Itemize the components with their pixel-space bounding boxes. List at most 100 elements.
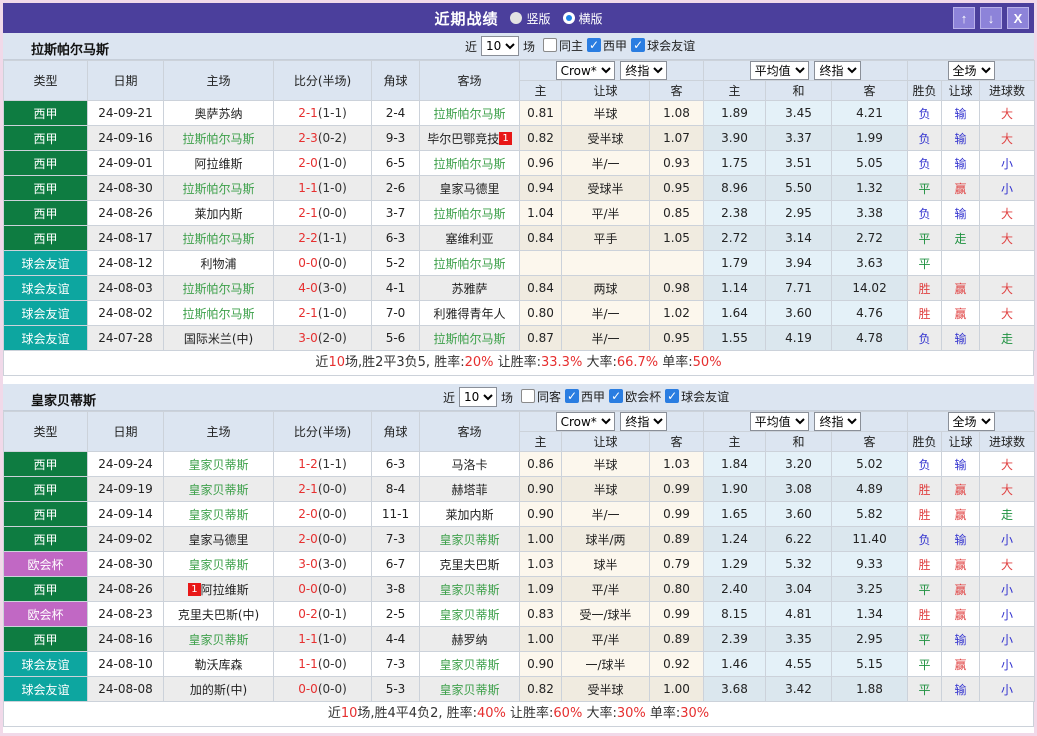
corner-score: 3-7 [372,201,420,226]
col-avg-away: 客 [832,432,908,452]
result-outcome: 平 [908,251,942,276]
filter-checkbox[interactable]: 同主 [543,37,583,54]
odds-handicap: 平/半 [562,627,650,652]
filter-checkbox[interactable]: 同客 [521,388,561,405]
radio-unselected-icon[interactable] [510,12,522,24]
match-score: 2-1(1-1) [274,101,372,126]
corner-score: 6-5 [372,151,420,176]
match-row: 西甲24-08-16皇家贝蒂斯1-1(1-0)4-4赫罗纳1.00平/半0.89… [4,627,1035,652]
result-goals: 小 [980,627,1035,652]
avg-draw: 3.08 [766,477,832,502]
odds-away: 0.98 [650,276,704,301]
summary-text: 50% [693,355,722,370]
fulltime-score: 0-2 [298,607,318,621]
close-button[interactable]: X [1007,7,1029,29]
col-result-handicap: 让球 [942,432,980,452]
final-odds-select-2[interactable]: 终指 [814,61,861,80]
bookmaker-select[interactable]: Crow* [556,61,615,80]
result-outcome: 平 [908,627,942,652]
away-team: 皇家贝蒂斯 [420,677,520,702]
match-date: 24-08-17 [88,226,164,251]
team-label: 拉斯帕尔马斯 [433,257,505,271]
halftime-score: (0-2) [318,131,347,145]
full-match-select[interactable]: 全场 [948,61,995,80]
horizontal-layout-radio[interactable]: 横版 [563,10,603,27]
result-handicap [942,251,980,276]
filter-checkbox[interactable]: 欧会杯 [609,388,661,405]
odds-away: 0.95 [650,176,704,201]
team-label: 毕尔巴鄂竞技 [427,132,499,146]
move-up-button[interactable]: ↑ [953,7,975,29]
odds-home: 0.84 [520,226,562,251]
fulltime-score: 2-1 [298,106,318,120]
checkbox-label: 球会友谊 [681,388,729,405]
fulltime-score: 2-0 [298,507,318,521]
vertical-layout-radio[interactable]: 竖版 [510,10,550,27]
games-count-select[interactable]: 10 [459,387,497,407]
halftime-score: (1-0) [318,306,347,320]
bookmaker-select[interactable]: Crow* [556,412,615,431]
team-label: 莱加内斯 [445,508,493,522]
home-team: 皇家贝蒂斯 [164,552,274,577]
final-odds-select-2[interactable]: 终指 [814,412,861,431]
col-odds-handicap: 让球 [562,432,650,452]
avg-home: 2.39 [704,627,766,652]
filter-checkbox[interactable]: 西甲 [587,37,627,54]
fulltime-score: 0-0 [298,682,318,696]
final-odds-select[interactable]: 终指 [620,412,667,431]
team-label: 马洛卡 [451,458,487,472]
avg-draw: 6.22 [766,527,832,552]
away-team: 塞维利亚 [420,226,520,251]
avg-away: 11.40 [832,527,908,552]
home-team: 克里夫巴斯(中) [164,602,274,627]
result-outcome: 平 [908,176,942,201]
filter-checkbox[interactable]: 西甲 [565,388,605,405]
summary-text: 近 [328,706,341,721]
corner-score: 6-3 [372,452,420,477]
match-score: 2-0(0-0) [274,502,372,527]
team-name: 拉斯帕尔马斯 [31,39,109,58]
filter-checkbox[interactable]: 球会友谊 [631,37,695,54]
checkbox-checked-icon [565,389,579,403]
radio-selected-icon[interactable] [563,12,575,24]
average-select[interactable]: 平均值 [750,412,809,431]
move-down-button[interactable]: ↓ [980,7,1002,29]
result-outcome: 胜 [908,301,942,326]
red-card-badge: 1 [188,583,200,596]
full-match-select[interactable]: 全场 [948,412,995,431]
match-score: 1-1(1-0) [274,176,372,201]
col-score: 比分(半场) [274,412,372,452]
avg-draw: 3.42 [766,677,832,702]
result-goals: 小 [980,176,1035,201]
avg-away: 4.76 [832,301,908,326]
filter-checkbox[interactable]: 球会友谊 [665,388,729,405]
match-row: 球会友谊24-08-02拉斯帕尔马斯2-1(1-0)7-0利雅得青年人0.80半… [4,301,1035,326]
team-label: 奥萨苏纳 [194,107,242,121]
near-label: 近 [465,38,477,55]
avg-away: 9.33 [832,552,908,577]
corner-score: 2-6 [372,176,420,201]
halftime-score: (1-0) [318,181,347,195]
average-select[interactable]: 平均值 [750,61,809,80]
odds-handicap: 受半球 [562,677,650,702]
col-odds-home: 主 [520,81,562,101]
fulltime-score: 2-1 [298,482,318,496]
team-label: 拉斯帕尔马斯 [182,232,254,246]
away-team: 马洛卡 [420,452,520,477]
team-label: 皇家贝蒂斯 [188,483,248,497]
avg-away: 1.88 [832,677,908,702]
match-score: 3-0(2-0) [274,326,372,351]
final-odds-select[interactable]: 终指 [620,61,667,80]
odds-handicap: 受半球 [562,126,650,151]
away-team: 苏雅萨 [420,276,520,301]
summary-text: 大率: [582,355,617,370]
home-team: 皇家贝蒂斯 [164,627,274,652]
odds-handicap: 半球 [562,452,650,477]
match-type-badge: 西甲 [4,477,88,502]
horizontal-layout-label: 横版 [579,10,603,27]
odds-away: 0.79 [650,552,704,577]
odds-handicap: 平手 [562,226,650,251]
match-score: 2-1(1-0) [274,301,372,326]
home-team: 奥萨苏纳 [164,101,274,126]
games-count-select[interactable]: 10 [481,36,519,56]
